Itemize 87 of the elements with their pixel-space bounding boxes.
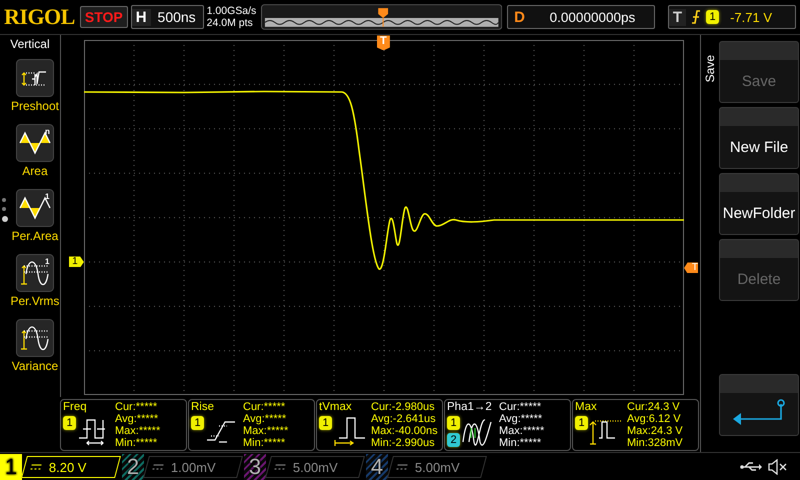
measurement-reading: Max:-40.00ns xyxy=(371,425,438,438)
timebase-label: H xyxy=(132,8,151,26)
measurement-reading: Avg:-2.641us xyxy=(371,413,437,426)
trigger-source-badge: 1 xyxy=(706,10,720,24)
menu-title: Save xyxy=(703,55,717,83)
measurement-name: Max xyxy=(575,401,598,414)
source-badge: 1 xyxy=(319,416,332,430)
measurement-panel[interactable]: Rise 1 Cur:***** Avg:***** Max:***** Min:***** xyxy=(188,399,315,452)
source-badge: 1 xyxy=(191,416,204,430)
measurement-panel[interactable]: Max 1 Cur:24.3 V Avg:6.12 V Max:24.3 V Min:328mV xyxy=(572,399,699,452)
measurement-type-icon[interactable] xyxy=(16,59,54,98)
measurement-type-icon[interactable]: n xyxy=(16,124,54,162)
measurement-reading: Min:328mV xyxy=(627,437,683,450)
menu-item-label: Variance xyxy=(12,359,58,374)
memory-depth: 24.0M pts xyxy=(206,17,254,30)
measurement-reading: Max:***** xyxy=(243,425,288,438)
channel-scale: 8.20 V xyxy=(49,459,87,474)
channel-scale: 1.00mV xyxy=(171,459,216,474)
measurement-reading: Cur:***** xyxy=(243,401,286,414)
measurement-type-icon[interactable] xyxy=(16,319,54,358)
menu-item-label: Area xyxy=(22,164,48,178)
channel-scale-box[interactable]: 1.00mV xyxy=(143,456,243,478)
measurement-panel[interactable]: Freq 1 Cur:***** Avg:***** Max:***** Min:***** xyxy=(60,399,187,452)
measurement-reading: Min:-2.990us xyxy=(371,437,436,450)
delay-value: 0.00000000ps xyxy=(548,10,636,25)
delay-box[interactable]: D 0.00000000ps xyxy=(507,5,655,30)
measurement-reading: Cur:-2.980us xyxy=(371,401,436,414)
trigger-label: T xyxy=(668,8,686,26)
measurement-reading: Min:***** xyxy=(499,437,542,450)
trigger-level: -7.71 V xyxy=(730,10,772,25)
measurement-reading: Min:***** xyxy=(115,437,158,450)
edge-icon xyxy=(691,10,702,24)
measurement-reading: Avg:***** xyxy=(243,413,288,426)
delay-label: D xyxy=(513,8,526,26)
measurement-type-icon[interactable]: 1 xyxy=(16,254,54,292)
measurement-reading: Cur:24.3 V xyxy=(627,401,681,414)
measurement-reading: Max:24.3 V xyxy=(627,425,683,438)
sample-rate: 1.00GSa/s xyxy=(206,5,258,18)
channel-scale: 5.00mV xyxy=(293,459,338,474)
channel-number[interactable]: 1 xyxy=(0,454,22,480)
measurement-reading: Avg:***** xyxy=(115,413,160,426)
trigger-box[interactable]: T 1 -7.71 V xyxy=(668,5,796,30)
measurement-reading: Max:***** xyxy=(499,425,544,438)
coupling-icon xyxy=(274,464,286,470)
measurement-name: tVmax xyxy=(319,401,353,414)
measurement-reading: Cur:***** xyxy=(115,401,158,414)
page-dot[interactable] xyxy=(2,216,8,222)
menu-item-label: Per.Vrms xyxy=(10,294,60,308)
measurement-type-icon[interactable]: 1 xyxy=(16,189,54,228)
speaker-muted-icon xyxy=(768,458,788,475)
measurement-name: Rise xyxy=(191,401,216,414)
run-stop-button[interactable]: STOP xyxy=(80,6,128,28)
timebase-box[interactable]: H 500ns xyxy=(130,5,204,30)
return-arrow-icon xyxy=(731,399,787,426)
measurement-reading: Max:***** xyxy=(115,425,160,438)
channel-scale-box[interactable]: 8.20 V xyxy=(21,456,121,478)
channel-scale-box[interactable]: 5.00mV xyxy=(265,456,365,478)
softkey-button[interactable]: New File xyxy=(719,107,799,170)
page-dot[interactable] xyxy=(2,198,6,202)
coupling-icon xyxy=(152,464,164,470)
menu-item-label: Per.Area xyxy=(12,229,58,244)
measurement-reading: Min:***** xyxy=(243,437,286,450)
channel-offset-marker[interactable]: 1 xyxy=(68,256,84,268)
measurement-icon xyxy=(333,416,367,446)
source-badge: 1 xyxy=(63,416,76,430)
channel-scale-box[interactable]: 5.00mV xyxy=(387,456,487,478)
menu-item-label: Preshoot xyxy=(10,99,59,114)
measurement-panel[interactable]: tVmax 1 Cur:-2.980us Avg:-2.641us Max:-40.00ns Min:-2.990us xyxy=(316,399,443,452)
softkey-button[interactable]: NewFolder xyxy=(719,173,799,236)
measurement-reading: Avg:6.12 V xyxy=(627,413,682,426)
coupling-icon xyxy=(396,464,408,470)
measurement-name: Freq xyxy=(63,401,88,414)
page-dot[interactable] xyxy=(2,207,6,212)
measurement-panel[interactable]: Pha1→2 1 2 Cur:***** Avg:***** Max:***** Min:***** xyxy=(444,399,571,452)
logo: RIGOL xyxy=(4,4,75,30)
coupling-icon xyxy=(30,464,42,470)
source-badge: 2 xyxy=(447,433,460,448)
usb-icon xyxy=(740,460,762,473)
timebase-value: 500ns xyxy=(156,9,197,26)
measurement-reading: Cur:***** xyxy=(499,401,542,414)
measurement-name: Pha1→2 xyxy=(447,401,493,414)
source-badge: 1 xyxy=(575,416,588,430)
return-button[interactable] xyxy=(719,374,799,436)
measurement-reading: Avg:***** xyxy=(499,413,544,426)
source-badge: 1 xyxy=(447,416,460,430)
channel-scale: 5.00mV xyxy=(415,459,460,474)
menu-title: Vertical xyxy=(10,37,50,52)
